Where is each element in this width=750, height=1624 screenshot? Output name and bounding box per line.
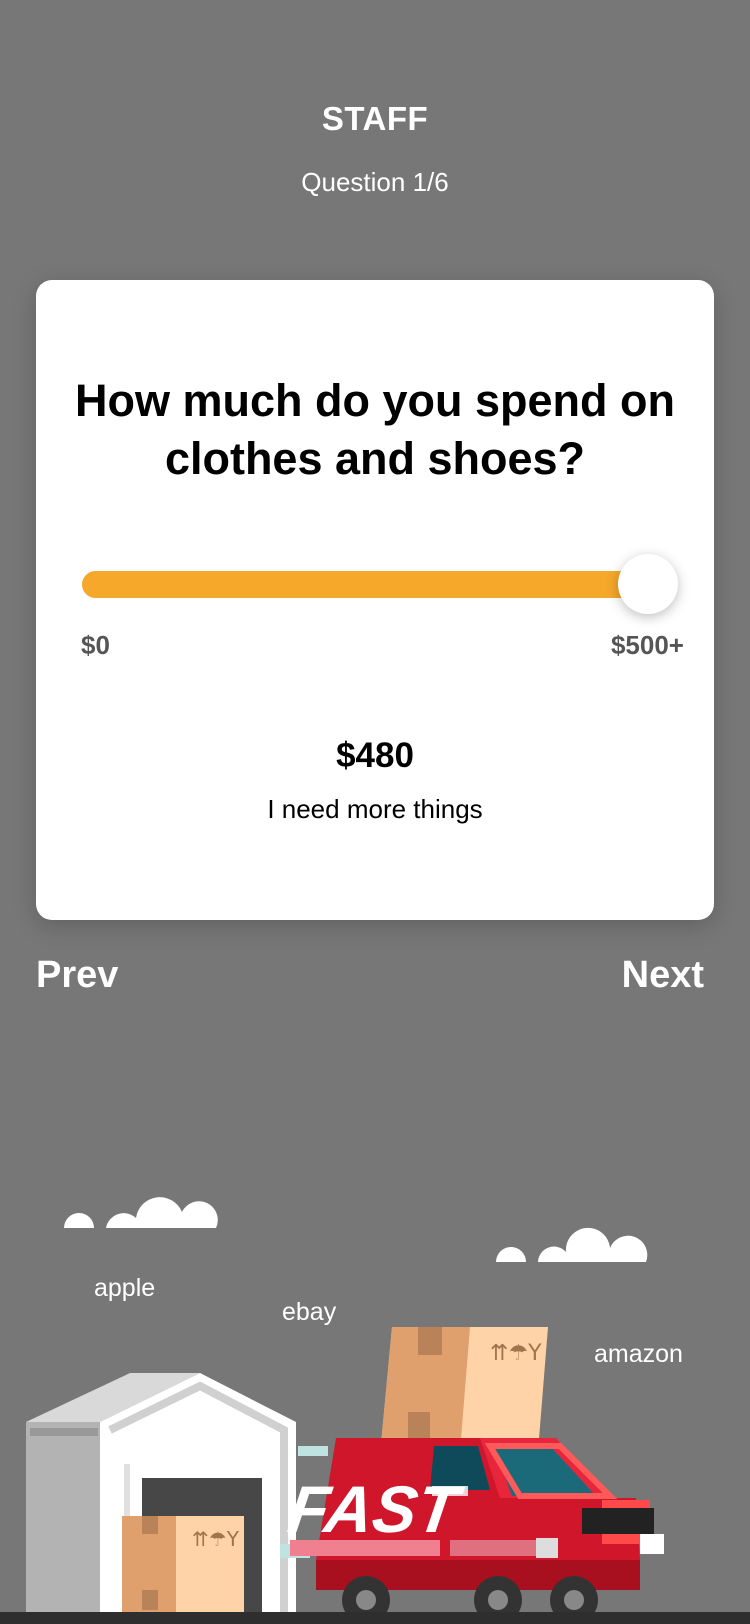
spend-slider[interactable] — [82, 554, 678, 614]
truck-text: FAST — [284, 1473, 468, 1547]
selected-amount: $480 — [336, 736, 414, 775]
delivery-illustration: ⇈☂Y ⇈☂Y FAST — [0, 1197, 750, 1624]
prev-button[interactable]: Prev — [36, 954, 118, 997]
package-icon: ⇈☂Y — [122, 1516, 244, 1624]
question-text: How much do you spend on clothes and sho… — [75, 375, 675, 484]
truck-icon: FAST — [280, 1438, 664, 1624]
cloud-icon — [496, 1227, 648, 1262]
slider-fill — [82, 571, 648, 598]
question-card: How much do you spend on clothes and sho… — [36, 280, 714, 920]
next-button[interactable]: Next — [622, 954, 704, 997]
cloud-icon — [64, 1197, 218, 1228]
amount-comment: I need more things — [267, 794, 483, 824]
slider-min-label: $0 — [81, 630, 110, 660]
svg-text:⇈☂Y: ⇈☂Y — [490, 1341, 542, 1366]
question-counter: Question 1/6 — [301, 167, 449, 197]
ground — [0, 1612, 750, 1624]
slider-thumb[interactable] — [618, 554, 678, 614]
page-title: STAFF — [321, 100, 429, 137]
slider-max-label: $500+ — [610, 630, 684, 660]
svg-text:⇈☂Y: ⇈☂Y — [192, 1527, 240, 1551]
